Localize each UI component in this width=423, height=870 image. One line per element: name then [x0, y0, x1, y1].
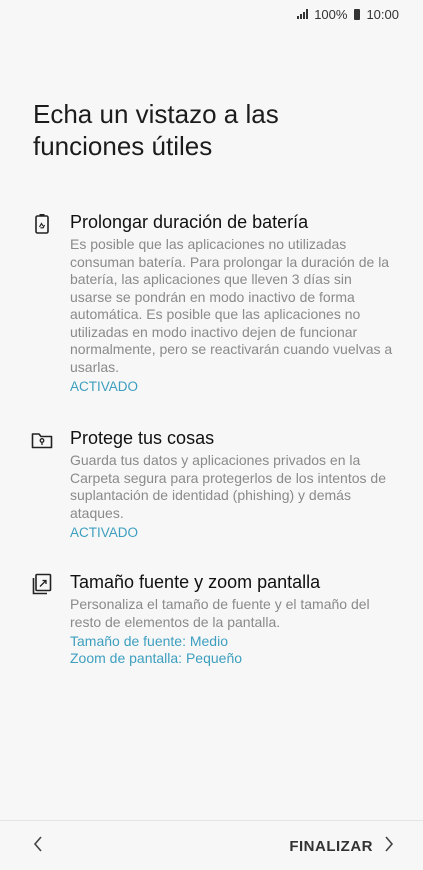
signal-icon — [297, 9, 309, 19]
feature-secure-folder: Protege tus cosas Guarda tus datos y apl… — [30, 426, 400, 546]
feature-font-zoom: Tamaño fuente y zoom pantalla Personaliz… — [30, 570, 400, 670]
bottom-divider — [0, 820, 423, 821]
feature-title: Prolongar duración de batería — [70, 212, 309, 232]
page-title: Echa un vistazo a las funciones útiles — [33, 99, 279, 161]
feature-battery: Prolongar duración de batería Es posible… — [30, 210, 400, 396]
font-zoom-icon — [30, 572, 54, 596]
feature-title: Tamaño fuente y zoom pantalla — [70, 572, 321, 592]
feature-title: Protege tus cosas — [70, 428, 215, 448]
battery-status-toggle[interactable]: ACTIVADO — [70, 378, 395, 395]
secure-folder-icon — [30, 428, 54, 452]
status-bar: 100% 10:00 — [0, 0, 423, 28]
battery-recycle-icon — [30, 212, 54, 236]
feature-description: Guarda tus datos y aplicaciones privados… — [70, 452, 386, 521]
battery-icon — [354, 8, 361, 20]
chevron-right-icon — [383, 835, 395, 857]
feature-description: Personaliza el tamaño de fuente y el tam… — [70, 596, 370, 630]
finish-label: FINALIZAR — [289, 837, 373, 855]
secure-folder-status-toggle[interactable]: ACTIVADO — [70, 524, 395, 541]
screen-zoom-link[interactable]: Zoom de pantalla: Pequeño — [70, 650, 395, 667]
back-button[interactable] — [26, 832, 50, 860]
font-size-link[interactable]: Tamaño de fuente: Medio — [70, 633, 395, 650]
finish-button[interactable]: FINALIZAR — [289, 832, 395, 860]
chevron-left-icon — [32, 833, 44, 859]
clock: 10:00 — [366, 6, 399, 22]
battery-percentage: 100% — [314, 6, 348, 22]
feature-description: Es posible que las aplicaciones no utili… — [70, 236, 393, 375]
